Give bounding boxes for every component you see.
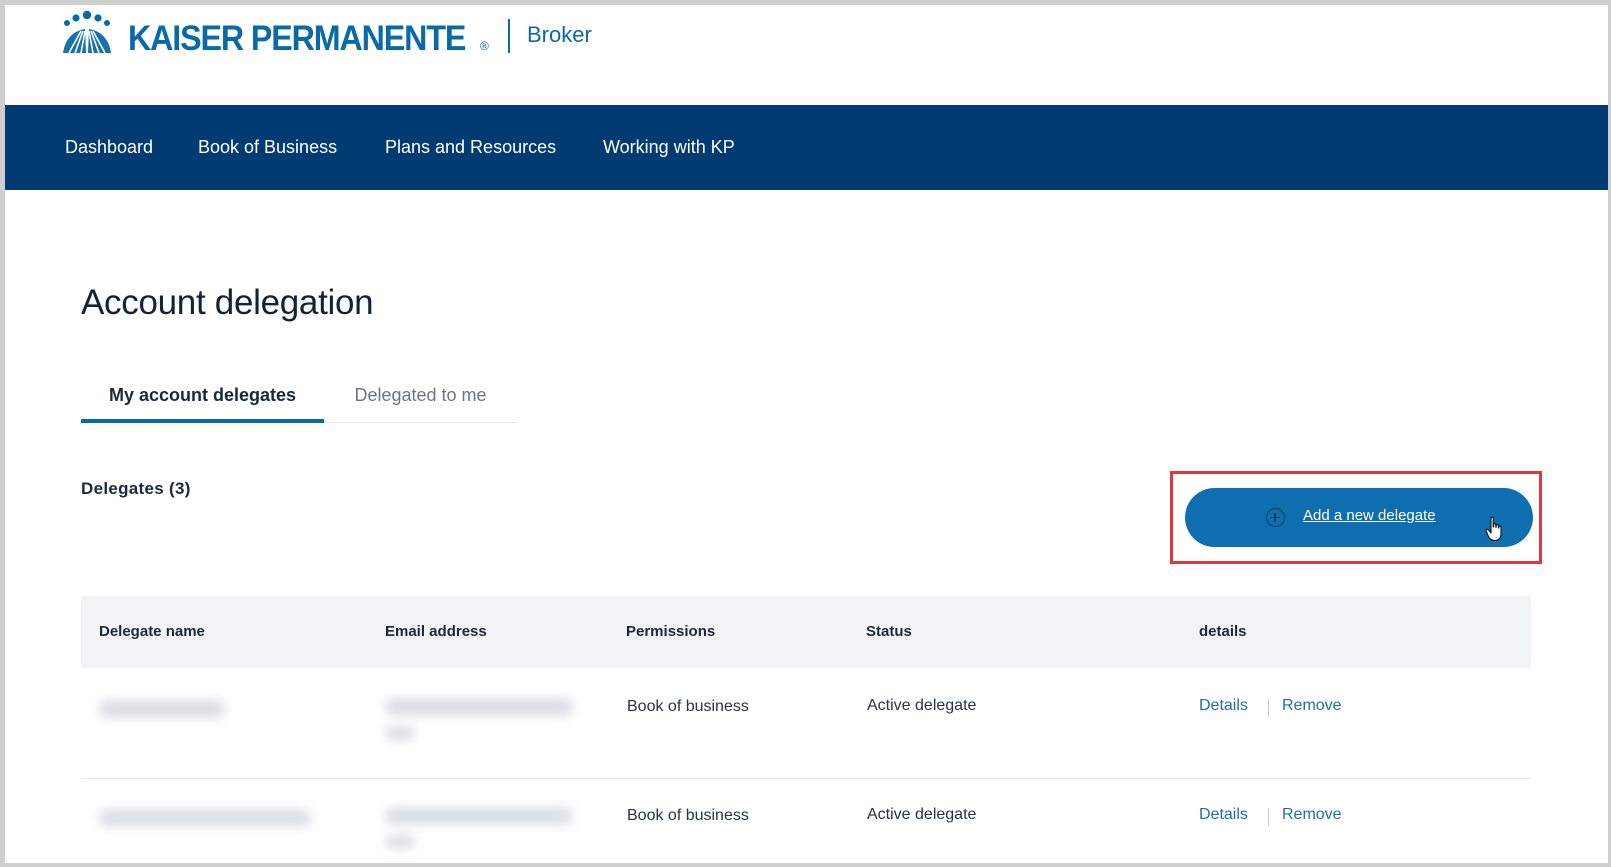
brand-divider (508, 19, 510, 53)
plus-circle-icon (1266, 508, 1285, 527)
details-link[interactable]: Details (1199, 697, 1248, 715)
nav-item-book-of-business[interactable]: Book of Business (198, 137, 337, 158)
delegates-count: Delegates (3) (81, 479, 191, 498)
add-new-delegate-label: Add a new delegate (1303, 507, 1436, 524)
table-row: Book of business Active delegate Details… (81, 779, 1531, 863)
tab-delegated-to-me[interactable]: Delegated to me (324, 375, 517, 423)
site-header: KAISER PERMANENTE ® Broker (5, 5, 1608, 105)
details-link[interactable]: Details (1199, 806, 1248, 824)
brand-name[interactable]: KAISER PERMANENTE (128, 19, 466, 59)
table-row: Book of business Active delegate Details… (81, 668, 1531, 779)
kaiser-permanente-logo-icon[interactable] (59, 9, 115, 55)
nav-item-plans-and-resources[interactable]: Plans and Resources (385, 137, 556, 158)
column-header-delegate-name: Delegate name (99, 623, 205, 640)
link-separator (1268, 699, 1269, 717)
email-address-redacted-line (385, 726, 415, 740)
pointer-hand-cursor-icon (1485, 516, 1502, 542)
email-address-redacted (385, 807, 573, 825)
main-nav: Dashboard Book of Business Plans and Res… (5, 105, 1608, 190)
delegation-tabs: My account delegates Delegated to me (81, 375, 517, 423)
column-header-permissions: Permissions (626, 623, 716, 640)
registered-mark: ® (480, 39, 489, 53)
delegate-name-redacted (99, 809, 311, 827)
table-header-row: Delegate name Email address Permissions … (81, 596, 1531, 668)
tab-my-account-delegates[interactable]: My account delegates (81, 375, 324, 423)
column-header-details: details (1199, 623, 1247, 640)
delegate-name-redacted (99, 700, 225, 718)
status-cell: Active delegate (867, 697, 977, 714)
email-address-redacted (385, 698, 573, 716)
permissions-cell: Book of business (627, 807, 749, 824)
remove-link[interactable]: Remove (1282, 806, 1342, 824)
remove-link[interactable]: Remove (1282, 697, 1342, 715)
email-address-redacted-line (385, 835, 415, 849)
nav-item-working-with-kp[interactable]: Working with KP (603, 137, 735, 158)
permissions-cell: Book of business (627, 698, 749, 715)
column-header-status: Status (866, 623, 912, 640)
portal-name: Broker (527, 22, 592, 47)
link-separator (1268, 808, 1269, 826)
add-new-delegate-button[interactable]: Add a new delegate (1185, 488, 1533, 547)
status-cell: Active delegate (867, 806, 977, 823)
nav-item-dashboard[interactable]: Dashboard (65, 137, 153, 158)
column-header-email-address: Email address (385, 623, 487, 640)
page-frame: KAISER PERMANENTE ® Broker Dashboard Boo… (0, 0, 1611, 867)
page-title: Account delegation (81, 283, 374, 322)
